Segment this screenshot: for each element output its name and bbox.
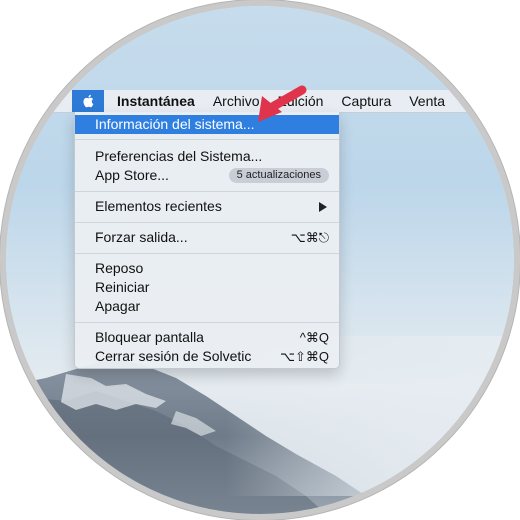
callout-arrow-icon (258, 85, 307, 122)
circular-screenshot-frame: Instantánea Archivo Edición Captura Vent… (6, 6, 514, 514)
